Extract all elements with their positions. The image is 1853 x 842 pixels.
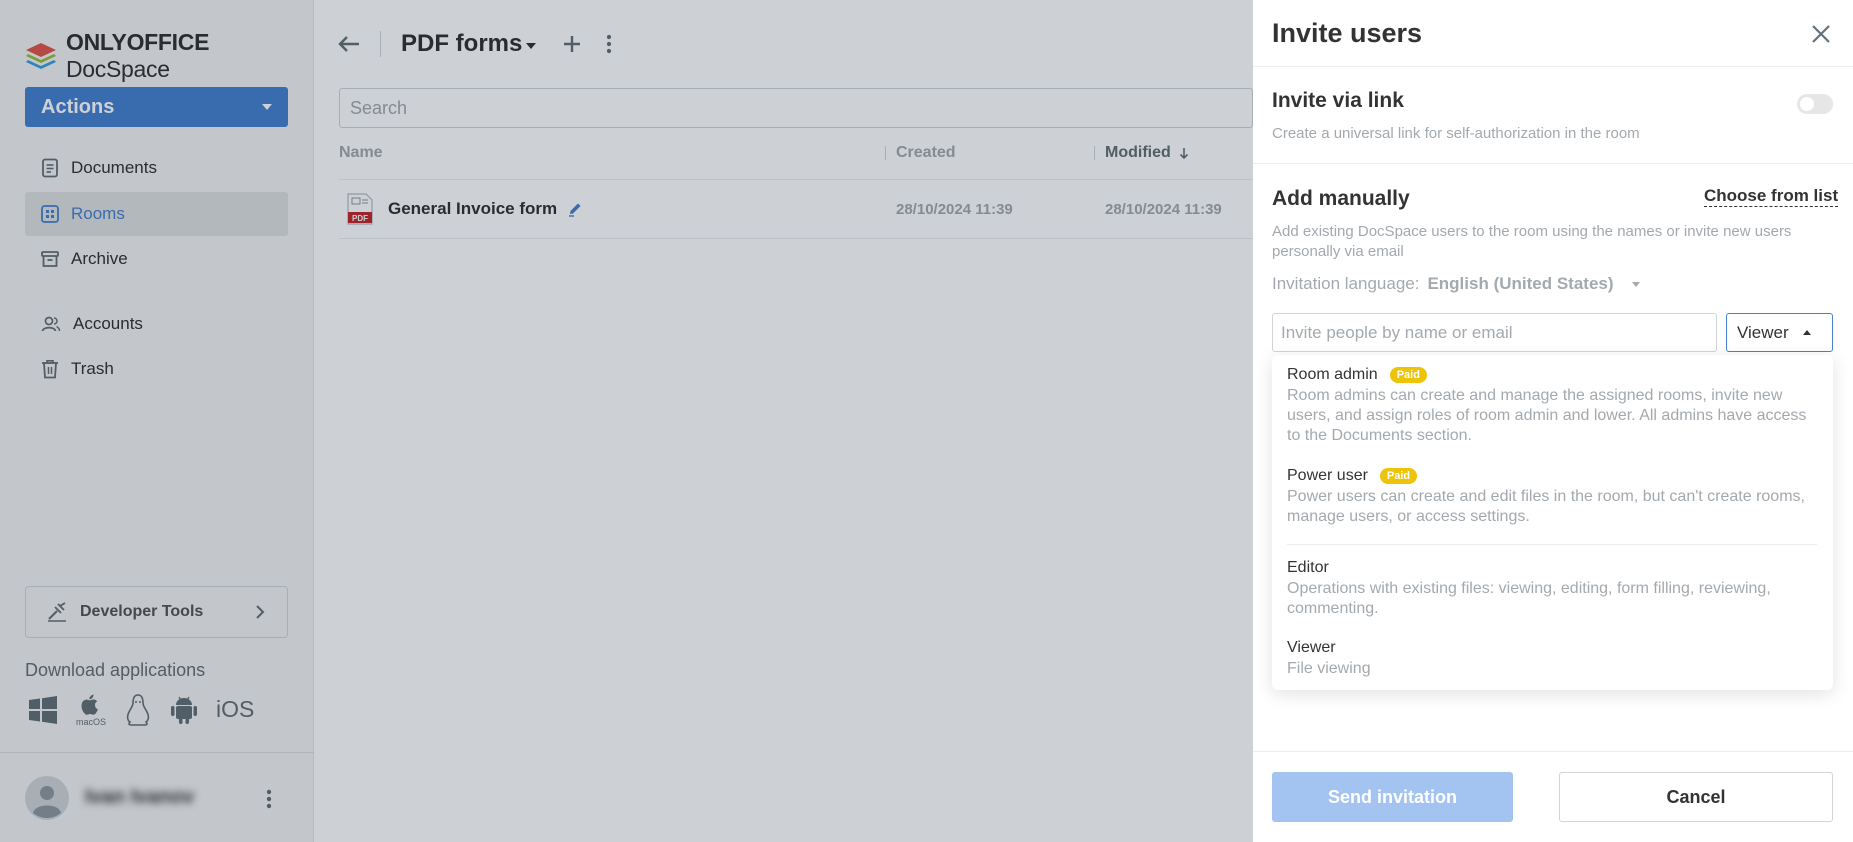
role-option-viewer[interactable]: Viewer File viewing bbox=[1287, 639, 1822, 679]
cancel-button[interactable]: Cancel bbox=[1559, 772, 1833, 822]
invite-users-panel: Invite users Invite via link Create a un… bbox=[1253, 0, 1853, 842]
chevron-up-icon bbox=[1802, 330, 1811, 335]
invitation-language-row: Invitation language: English (United Sta… bbox=[1272, 274, 1640, 294]
role-option-power-user[interactable]: Power user Paid Power users can create an… bbox=[1287, 467, 1822, 527]
role-select-value: Viewer bbox=[1737, 322, 1789, 342]
role-option-title: Viewer bbox=[1287, 639, 1336, 656]
role-option-title: Room admin bbox=[1287, 366, 1378, 383]
role-option-desc: File viewing bbox=[1287, 660, 1371, 677]
role-option-title: Editor bbox=[1287, 559, 1329, 576]
dropdown-divider bbox=[1287, 544, 1817, 545]
role-select[interactable]: Viewer bbox=[1726, 313, 1833, 352]
modal-backdrop[interactable] bbox=[0, 0, 1253, 842]
paid-badge: Paid bbox=[1379, 468, 1418, 484]
divider bbox=[1253, 163, 1853, 164]
role-option-desc: Power users can create and edit files in… bbox=[1287, 488, 1805, 525]
invite-link-toggle[interactable] bbox=[1797, 94, 1833, 114]
invitation-language-select[interactable]: English (United States) bbox=[1427, 274, 1613, 294]
paid-badge: Paid bbox=[1389, 367, 1427, 383]
invite-people-input[interactable]: Invite people by name or email bbox=[1272, 313, 1717, 352]
role-option-title: Power user bbox=[1287, 467, 1368, 484]
chevron-down-icon[interactable] bbox=[1631, 281, 1640, 287]
role-option-editor[interactable]: Editor Operations with existing files: v… bbox=[1287, 559, 1822, 619]
invite-via-link-title: Invite via link bbox=[1272, 89, 1404, 112]
add-manually-title: Add manually bbox=[1272, 187, 1410, 210]
send-invitation-button[interactable]: Send invitation bbox=[1272, 772, 1513, 822]
role-dropdown: Room admin Paid Room admins can create an… bbox=[1272, 355, 1833, 690]
invitation-language-label: Invitation language: bbox=[1272, 274, 1420, 293]
invite-via-link-desc: Create a universal link for self-authori… bbox=[1272, 125, 1640, 142]
panel-title: Invite users bbox=[1272, 18, 1423, 48]
role-option-room-admin[interactable]: Room admin Paid Room admins can create an… bbox=[1287, 366, 1822, 446]
role-option-desc: Room admins can create and manage the as… bbox=[1287, 387, 1807, 444]
role-option-desc: Operations with existing files: viewing,… bbox=[1287, 580, 1771, 617]
add-manually-desc: Add existing DocSpace users to the room … bbox=[1272, 223, 1792, 260]
divider bbox=[1253, 751, 1853, 752]
divider bbox=[1253, 66, 1853, 67]
choose-from-list-link[interactable]: Choose from list bbox=[1704, 186, 1839, 207]
close-icon[interactable] bbox=[1811, 24, 1831, 44]
